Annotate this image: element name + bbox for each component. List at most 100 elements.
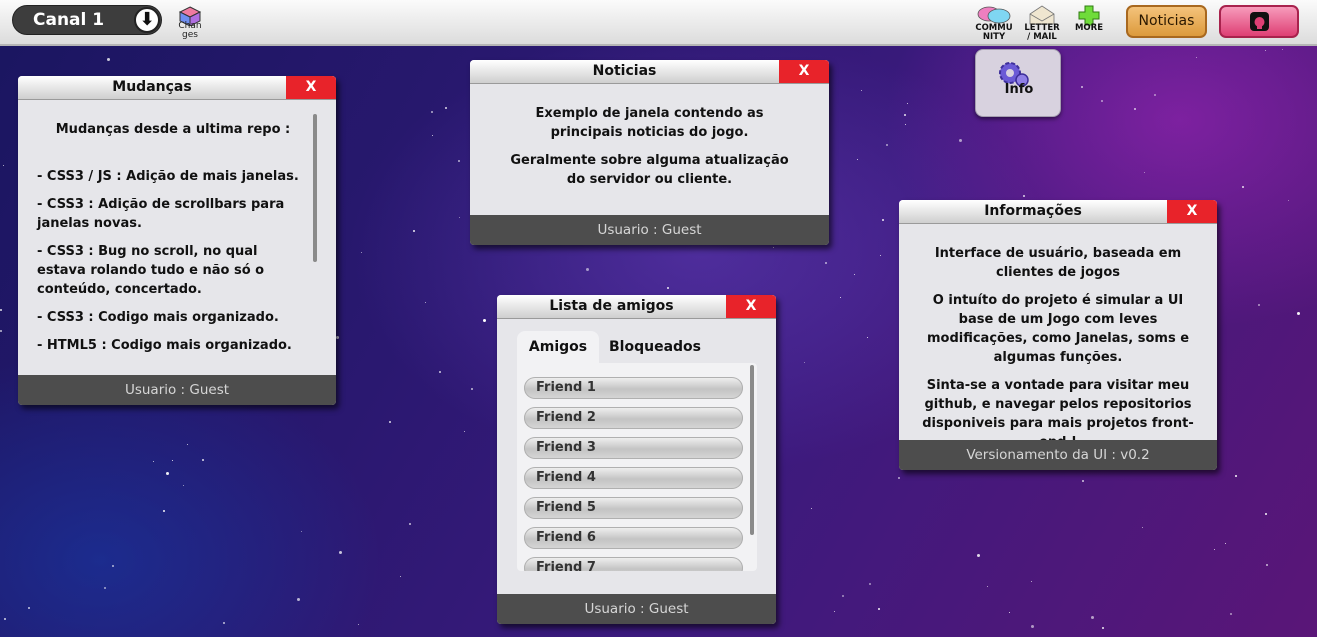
more-button[interactable]: MORE	[1069, 4, 1109, 40]
star	[223, 622, 225, 624]
star	[1214, 549, 1215, 550]
list-item[interactable]: Friend 4	[524, 467, 743, 489]
star	[1023, 195, 1025, 197]
close-button[interactable]: X	[286, 76, 336, 99]
star	[389, 421, 391, 423]
star	[1031, 581, 1032, 582]
star	[1144, 172, 1145, 173]
star	[483, 319, 486, 322]
star	[861, 90, 862, 91]
star	[459, 217, 460, 218]
window-content: Amigos Bloqueados Friend 1 Friend 2 Frie…	[497, 319, 776, 594]
star	[4, 618, 6, 620]
list-item[interactable]: Friend 6	[524, 527, 743, 549]
star	[867, 337, 868, 338]
scrollbar[interactable]	[750, 365, 754, 535]
star	[667, 287, 669, 289]
list-item: - CSS3 : Bug no scroll, no qual estava r…	[37, 244, 265, 297]
star	[811, 508, 812, 509]
star	[977, 554, 980, 557]
changes-label: Chan ges	[178, 21, 202, 40]
star	[854, 274, 855, 275]
window-content: Mudanças desde a ultima repo : - CSS3 / …	[18, 100, 336, 375]
star	[804, 362, 805, 363]
scrollbar[interactable]	[313, 114, 317, 262]
letter-mail-label: LETTER / MAIL	[1024, 23, 1060, 42]
star	[0, 309, 2, 311]
star	[439, 371, 441, 373]
window-content: Interface de usuário, baseada em cliente…	[899, 224, 1217, 450]
close-button[interactable]: X	[726, 295, 776, 318]
star	[153, 461, 154, 462]
star	[1288, 200, 1289, 201]
list-item[interactable]: Friend 2	[524, 407, 743, 429]
star	[471, 388, 473, 390]
star	[1265, 50, 1266, 51]
window-title: Informações	[984, 203, 1082, 219]
star	[842, 595, 844, 597]
star	[336, 336, 339, 339]
list-item[interactable]: Friend 5	[524, 497, 743, 519]
list-item[interactable]: Friend 7	[524, 557, 743, 571]
list-item: - HTML5 : Codigo mais organizado.	[37, 338, 292, 353]
info-paragraph: O intuíto do projeto é simular a UI base…	[926, 293, 1190, 365]
list-item: - CSS3 : Codigo mais organizado.	[37, 310, 279, 325]
star	[959, 139, 962, 142]
star	[834, 611, 835, 612]
star	[458, 160, 460, 162]
star	[882, 219, 884, 221]
news-window: Noticias X Exemplo de janela contendo as…	[470, 60, 829, 245]
tab-amigos[interactable]: Amigos	[517, 331, 599, 363]
star	[1101, 100, 1103, 102]
top-bar: Canal 1 ⬇ Chan ges COMMU NITY LETTER / M…	[0, 0, 1317, 46]
list-item: - CSS3 / JS : Adição de mais janelas.	[37, 169, 299, 184]
window-title: Noticias	[592, 63, 657, 79]
star	[1134, 108, 1136, 110]
window-header[interactable]: Informações X	[899, 200, 1217, 224]
star	[1282, 49, 1283, 50]
arrow-down-icon[interactable]: ⬇	[134, 7, 160, 33]
star	[104, 587, 106, 589]
star	[172, 460, 173, 461]
close-button[interactable]: X	[1167, 200, 1217, 223]
star	[409, 523, 411, 525]
window-content: Exemplo de janela contendo as principais…	[470, 84, 829, 215]
window-header[interactable]: Noticias X	[470, 60, 829, 84]
star	[1242, 186, 1244, 188]
star	[202, 459, 204, 461]
info-label: Info	[1004, 82, 1034, 97]
star	[445, 107, 447, 109]
star	[1154, 94, 1156, 96]
star	[1082, 480, 1084, 482]
star	[425, 302, 426, 303]
noticias-button[interactable]: Noticias	[1126, 5, 1207, 38]
star	[464, 431, 465, 432]
changes-button[interactable]: Chan ges	[172, 6, 208, 42]
changes-window: Mudanças X Mudanças desde a ultima repo …	[18, 76, 336, 405]
changes-heading: Mudanças desde a ultima repo :	[55, 122, 291, 137]
window-footer: Usuario : Guest	[18, 375, 336, 405]
channel-selector[interactable]: Canal 1 ⬇	[12, 5, 162, 35]
star	[1142, 527, 1143, 528]
tab-bloqueados[interactable]: Bloqueados	[605, 331, 705, 363]
list-item[interactable]: Friend 1	[524, 377, 743, 399]
info-button[interactable]: Info	[975, 49, 1061, 117]
github-button[interactable]	[1219, 5, 1299, 38]
window-footer: Usuario : Guest	[470, 215, 829, 245]
list-item: - CSS3 : Adição de scrollbars para janel…	[37, 197, 285, 231]
list-item[interactable]: Friend 3	[524, 437, 743, 459]
community-button[interactable]: COMMU NITY	[974, 4, 1014, 42]
star	[1009, 612, 1010, 613]
window-header[interactable]: Mudanças X	[18, 76, 336, 100]
community-label: COMMU NITY	[975, 23, 1013, 42]
star	[1297, 312, 1300, 315]
star	[432, 135, 433, 136]
github-glyph-icon	[1254, 17, 1265, 29]
close-button[interactable]: X	[779, 60, 829, 83]
letter-mail-button[interactable]: LETTER / MAIL	[1022, 4, 1062, 42]
star	[1031, 625, 1034, 628]
star	[840, 297, 841, 298]
star	[1265, 513, 1267, 515]
window-header[interactable]: Lista de amigos X	[497, 295, 776, 319]
star	[112, 565, 114, 567]
